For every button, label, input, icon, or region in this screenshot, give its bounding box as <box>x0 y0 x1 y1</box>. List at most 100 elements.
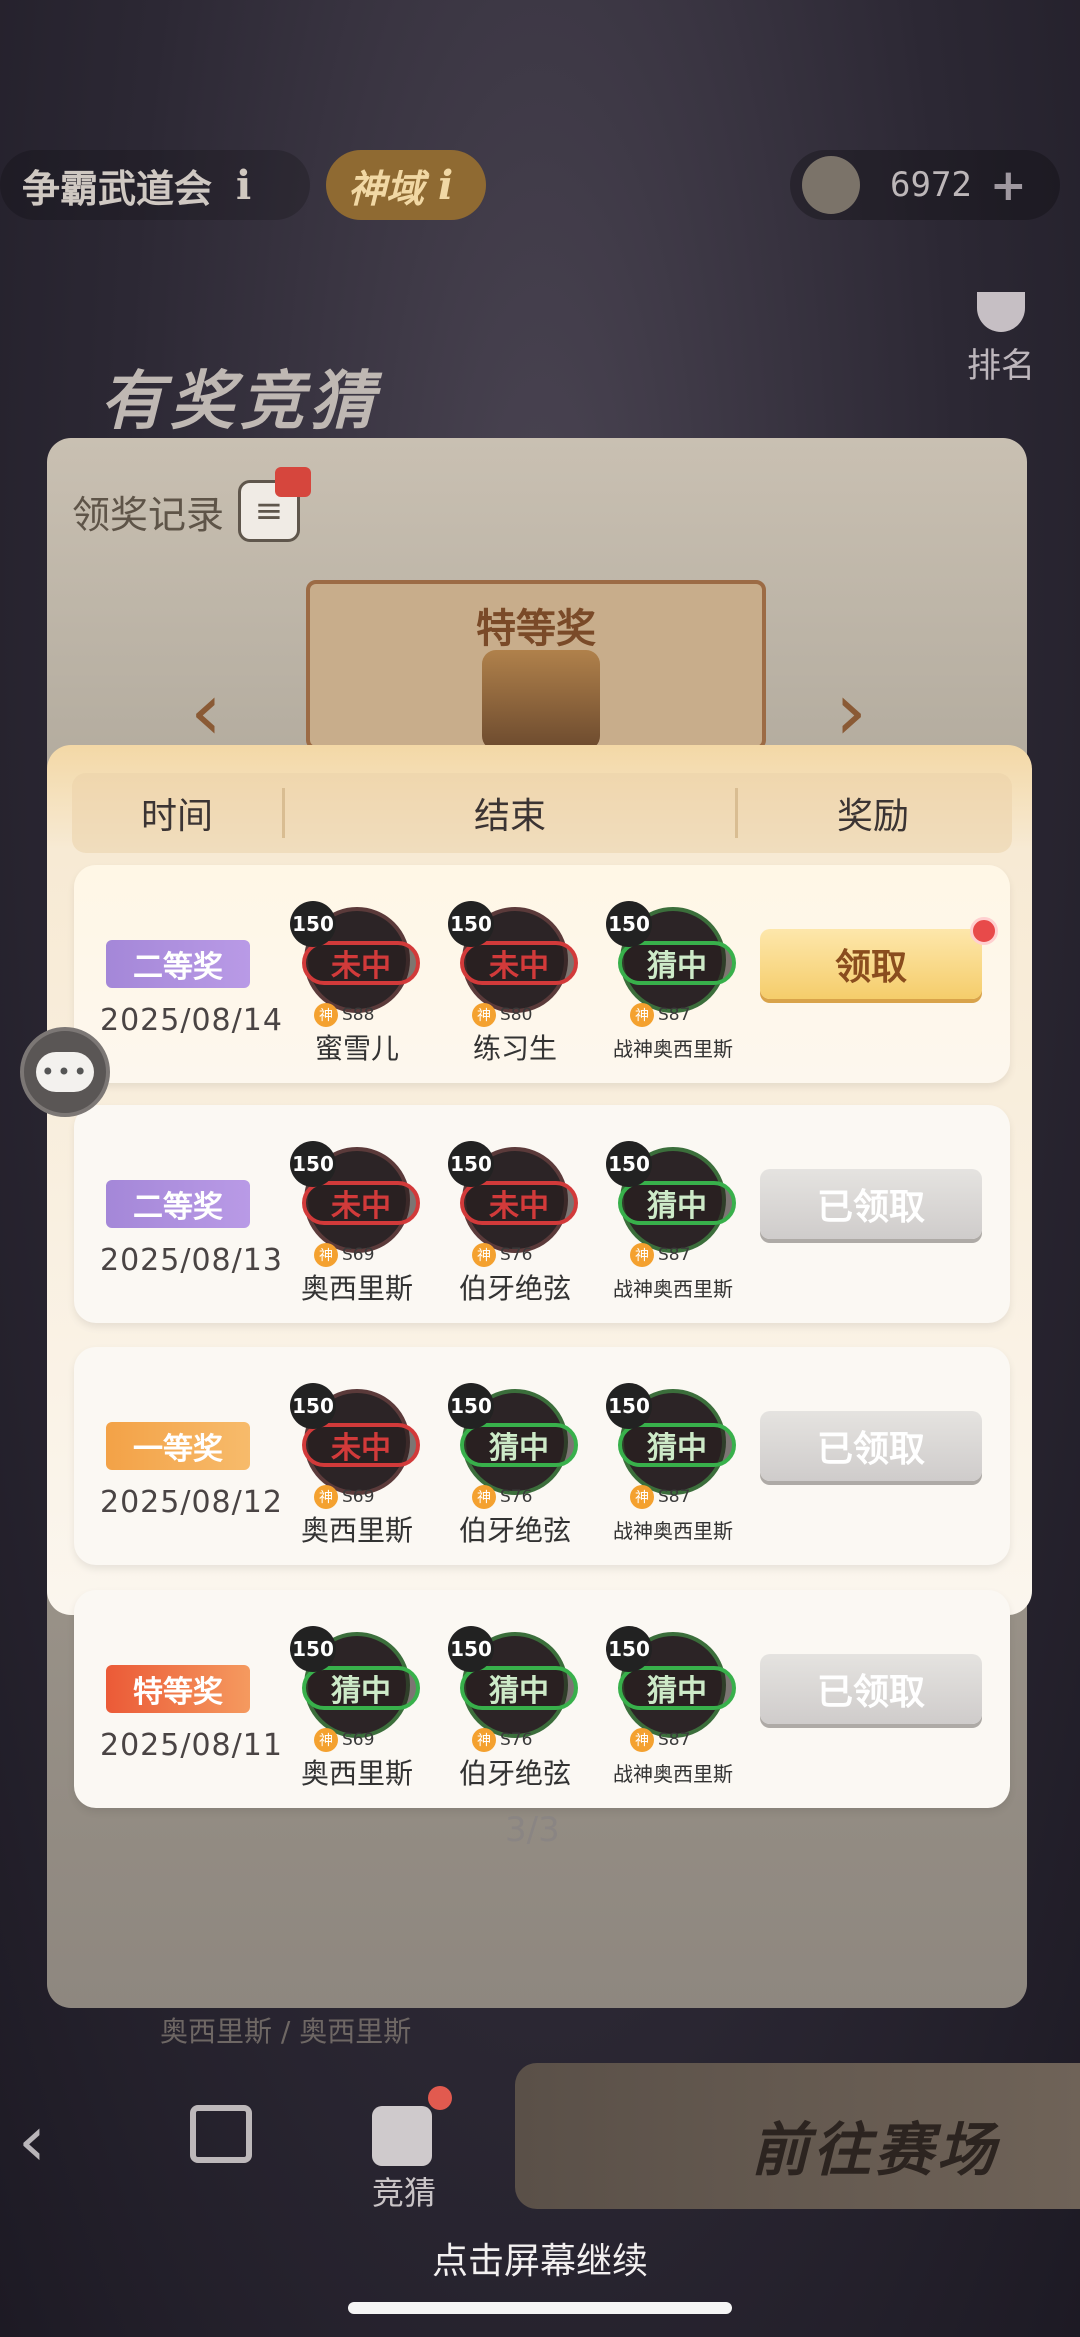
claimed-button[interactable]: 已领取 <box>760 1654 982 1724</box>
player-name: 伯牙绝弦 <box>458 1272 571 1305</box>
level-badge: 150 <box>290 1141 336 1187</box>
event-info-button[interactable]: i <box>236 162 251 209</box>
server-label: S87 <box>658 1005 691 1025</box>
level-badge: 150 <box>290 1626 336 1672</box>
reward-record-label: 领奖记录 <box>72 492 225 537</box>
level-badge: 150 <box>606 1383 652 1429</box>
player-name: 战神奥西里斯 <box>613 1519 733 1543</box>
notification-dot <box>428 2086 452 2110</box>
go-to-arena-label: 前往赛场 <box>751 2116 1000 2184</box>
server-label: S87 <box>658 1245 691 1265</box>
guess-result-stamp: 未中 <box>302 1181 420 1225</box>
currency-icon <box>802 156 860 214</box>
server-label: S76 <box>500 1487 533 1507</box>
shen-icon: 神 <box>630 1003 654 1027</box>
special-prize-card: 特等奖 <box>306 580 766 750</box>
guess-result-stamp: 猜中 <box>460 1423 578 1467</box>
guess-result-stamp: 猜中 <box>618 1666 736 1710</box>
column-result: 结束 <box>473 796 546 837</box>
shen-icon: 神 <box>630 1728 654 1752</box>
prize-badge: 二等奖 <box>106 1180 250 1228</box>
shen-icon: 神 <box>472 1728 496 1752</box>
shen-icon: 神 <box>314 1485 338 1509</box>
mode-info-button[interactable]: i <box>438 162 453 209</box>
currency-add-button[interactable]: + <box>990 160 1027 211</box>
rank-button[interactable]: 排名 <box>966 292 1036 387</box>
column-time: 时间 <box>140 796 213 837</box>
guess-result-stamp: 猜中 <box>302 1666 420 1710</box>
level-badge: 150 <box>606 1626 652 1672</box>
player-name: 战神奥西里斯 <box>613 1277 733 1301</box>
guess-result-stamp: 未中 <box>460 1181 578 1225</box>
claimed-button[interactable]: 已领取 <box>760 1169 982 1239</box>
mode-tag-label: 神域 <box>348 166 425 211</box>
record-row: 二等奖 2025/08/14 未中 150 神 S88 蜜雪儿 未中 150 神 S80 练习… <box>74 865 1010 1083</box>
home-indicator <box>348 2302 732 2314</box>
rank-label: 排名 <box>967 346 1035 386</box>
guess-result-stamp: 猜中 <box>618 941 736 985</box>
server-label: S80 <box>500 1005 533 1025</box>
mode-tag[interactable]: 神域 i <box>326 150 486 220</box>
server-label: S88 <box>342 1005 375 1025</box>
player-name: 战神奥西里斯 <box>613 1762 733 1786</box>
shen-icon: 神 <box>630 1243 654 1267</box>
server-label: S69 <box>342 1487 375 1507</box>
event-name-pill: 争霸武道会 i <box>0 150 310 220</box>
back-arrow-icon[interactable]: ‹ <box>18 2100 46 2182</box>
dice-icon[interactable] <box>372 2106 432 2166</box>
shen-icon: 神 <box>472 1243 496 1267</box>
home-icon[interactable] <box>190 2105 252 2163</box>
currency-pill: 6972 + <box>790 150 1060 220</box>
shen-icon: 神 <box>314 1243 338 1267</box>
guess-tab-label: 竞猜 <box>372 2174 437 2212</box>
table-header: 时间 结束 奖励 <box>72 773 1012 853</box>
claim-button[interactable]: 领取 <box>760 929 982 999</box>
player-name: 奥西里斯 <box>300 1514 413 1547</box>
guess-result-stamp: 未中 <box>302 941 420 985</box>
player-name: 战神奥西里斯 <box>613 1037 733 1061</box>
server-label: S69 <box>342 1730 375 1750</box>
level-badge: 150 <box>290 1383 336 1429</box>
prize-badge: 特等奖 <box>106 1665 250 1713</box>
reward-record-button[interactable]: 领奖记录 ≡ <box>72 467 312 542</box>
chat-button[interactable]: ••• <box>20 1027 110 1117</box>
player-name: 奥西里斯 <box>300 1272 413 1305</box>
player-name: 奥西里斯 <box>300 1757 413 1790</box>
record-date: 2025/08/12 <box>100 1485 283 1520</box>
record-date: 2025/08/14 <box>100 1003 283 1038</box>
player-name: 练习生 <box>472 1032 557 1065</box>
record-row: 特等奖 2025/08/11 猜中 150 神 S69 奥西里斯 猜中 150 神 S76 伯… <box>74 1590 1010 1808</box>
shen-icon: 神 <box>314 1728 338 1752</box>
special-prize-title: 特等奖 <box>476 606 596 652</box>
server-label: S69 <box>342 1245 375 1265</box>
level-badge: 150 <box>448 1383 494 1429</box>
guess-panel-title: 有奖竞猜 <box>100 365 380 439</box>
player-name: 伯牙绝弦 <box>458 1757 571 1790</box>
server-label: S76 <box>500 1245 533 1265</box>
guess-result-stamp: 未中 <box>302 1423 420 1467</box>
trophy-icon <box>482 650 600 750</box>
guess-result-stamp: 猜中 <box>618 1423 736 1467</box>
record-row: 一等奖 2025/08/12 未中 150 神 S69 奥西里斯 猜中 150 神 S76 伯… <box>74 1347 1010 1565</box>
currency-value: 6972 <box>890 165 972 205</box>
matchup-names: 奥西里斯 / 奥西里斯 <box>160 2015 412 2048</box>
guess-result-stamp: 猜中 <box>618 1181 736 1225</box>
shen-icon: 神 <box>630 1485 654 1509</box>
claimed-button[interactable]: 已领取 <box>760 1411 982 1481</box>
player-name: 伯牙绝弦 <box>458 1514 571 1547</box>
server-label: S87 <box>658 1487 691 1507</box>
record-date: 2025/08/13 <box>100 1243 283 1278</box>
tap-to-continue-hint[interactable]: 点击屏幕继续 <box>0 2232 1080 2284</box>
go-to-arena-button[interactable]: 前往赛场 <box>515 2063 1080 2209</box>
prize-badge: 一等奖 <box>106 1422 250 1470</box>
chat-icon: ••• <box>36 1052 94 1092</box>
player-name: 蜜雪儿 <box>314 1032 399 1065</box>
server-label: S76 <box>500 1730 533 1750</box>
record-date: 2025/08/11 <box>100 1728 283 1763</box>
level-badge: 150 <box>606 901 652 947</box>
level-badge: 150 <box>448 1626 494 1672</box>
shen-icon: 神 <box>472 1003 496 1027</box>
guess-result-stamp: 猜中 <box>460 1666 578 1710</box>
level-badge: 150 <box>448 901 494 947</box>
event-name: 争霸武道会 <box>22 166 213 211</box>
